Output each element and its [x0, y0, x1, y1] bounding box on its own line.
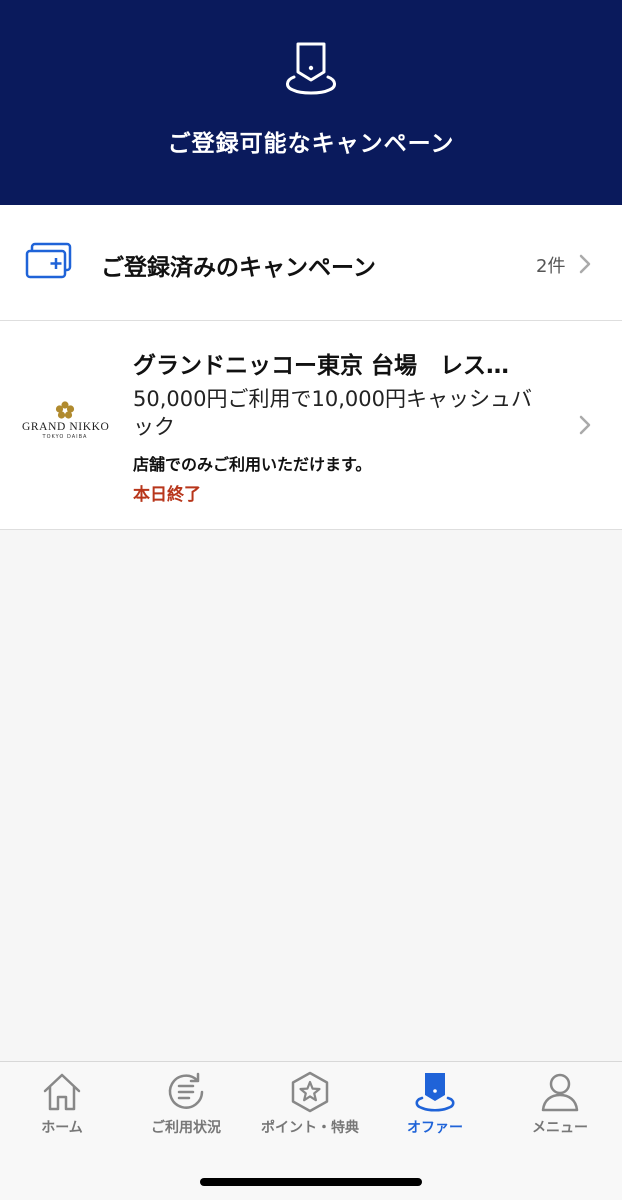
home-icon [43, 1073, 81, 1111]
registered-count: 2件 [536, 256, 566, 277]
campaign-description: 50,000円ご利用で10,000円キャッシュバック [133, 387, 532, 439]
grand-nikko-logo: GRAND NIKKO TOKYO DAIBA [22, 400, 110, 452]
user-menu-icon [541, 1073, 579, 1112]
points-star-icon [291, 1071, 329, 1113]
registered-cards-icon [25, 242, 72, 279]
logo-subtitle: TOKYO DAIBA [42, 434, 88, 440]
campaign-end-badge: 本日終了 [133, 485, 201, 505]
usage-list-icon [168, 1072, 204, 1109]
offer-tag-icon [286, 42, 336, 95]
page-title: ご登録可能なキャンペーン [167, 131, 455, 157]
tab-label: ご利用状況 [151, 1120, 221, 1136]
registered-campaigns-label: ご登録済みのキャンペーン [101, 255, 376, 281]
tab-home[interactable]: ホーム [0, 1070, 124, 1150]
flower-logo-icon [55, 401, 75, 419]
campaign-note: 店舗でのみご利用いただけます。 [133, 455, 372, 474]
tab-usage[interactable]: ご利用状況 [124, 1070, 248, 1150]
campaign-title: グランドニッコー東京 台場 レス… [133, 353, 510, 379]
tab-label: ポイント・特典 [261, 1120, 359, 1136]
home-indicator[interactable] [200, 1178, 422, 1186]
logo-name: GRAND NIKKO [22, 421, 110, 433]
tab-label: オファー [407, 1120, 463, 1136]
offer-icon [415, 1073, 455, 1112]
chevron-right-icon [579, 254, 591, 274]
tab-label: メニュー [532, 1120, 588, 1136]
tab-points[interactable]: ポイント・特典 [248, 1070, 372, 1150]
tab-label: ホーム [41, 1120, 83, 1136]
chevron-right-icon [579, 415, 591, 435]
header-banner: ご登録可能なキャンペーン [0, 0, 622, 205]
tab-offer[interactable]: オファー [373, 1070, 497, 1150]
tab-menu[interactable]: メニュー [498, 1070, 622, 1150]
